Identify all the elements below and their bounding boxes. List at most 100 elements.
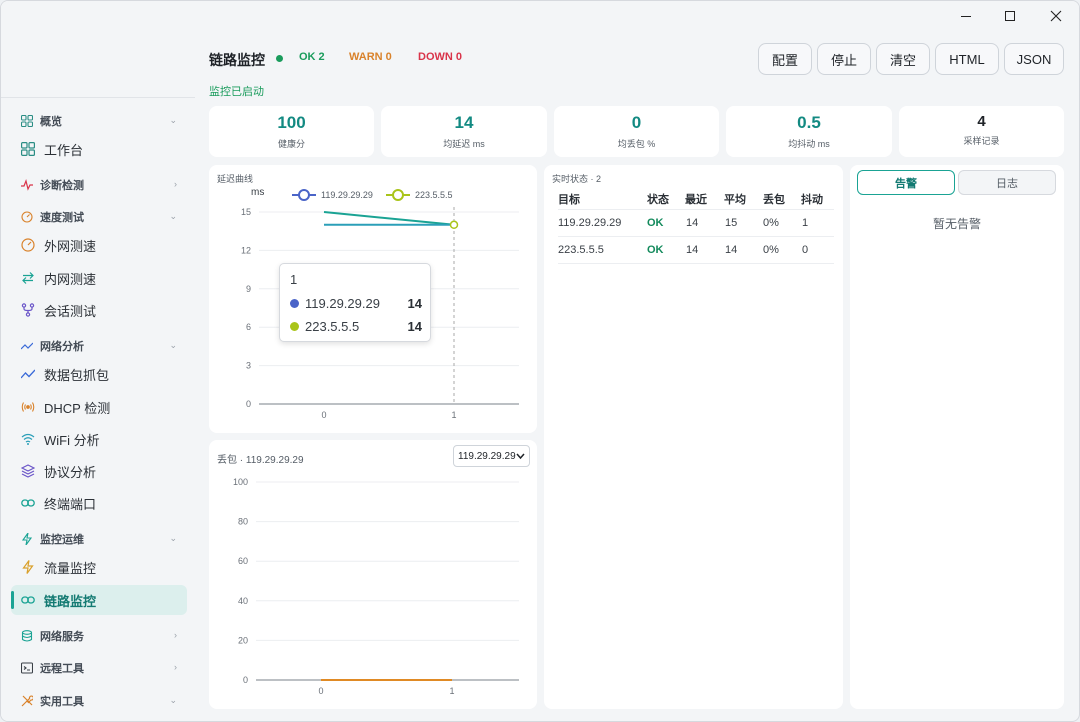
chevron-right-icon: ›: [174, 662, 177, 672]
tooltip-value: 14: [407, 319, 422, 334]
stat-label: 采样记录: [963, 136, 1000, 146]
nav-group-diagnostics[interactable]: 诊断检测 ›: [11, 174, 187, 196]
y-tick-label: 20: [238, 635, 248, 645]
sidebar-item-dhcp-check[interactable]: DHCP 检测: [11, 392, 187, 422]
chevron-right-icon: ›: [174, 179, 177, 189]
tab-logs[interactable]: 日志: [958, 170, 1056, 195]
sidebar-item-label: WiFi 分析: [44, 432, 100, 448]
stat-label: 健康分: [277, 139, 305, 149]
warn-count-badge: WARN 0: [349, 51, 392, 63]
sidebar-item-label: 终端端口: [44, 496, 97, 512]
wifi-icon: [20, 431, 36, 447]
stat-label: 均延迟 ms: [443, 139, 485, 149]
close-button[interactable]: [1033, 1, 1079, 31]
maximize-button[interactable]: [987, 1, 1033, 31]
x-tick-label: 1: [449, 686, 454, 696]
y-tick-label: 6: [246, 322, 251, 332]
nav-group-label: 概览: [40, 116, 62, 128]
tab-alerts[interactable]: 告警: [857, 170, 955, 195]
stop-button[interactable]: 停止: [817, 43, 871, 75]
y-tick-label: 9: [246, 284, 251, 294]
x-tick-label: 0: [318, 686, 323, 696]
config-button[interactable]: 配置: [758, 43, 812, 75]
maximize-icon: [1005, 11, 1015, 21]
stat-value: 0.5: [797, 113, 821, 132]
sidebar-item-link-monitor[interactable]: 链路监控: [11, 585, 187, 615]
y-tick-label: 0: [246, 399, 251, 409]
cell-loss: 0%: [763, 244, 779, 256]
nav-group-monitoring[interactable]: 监控运维 ⌄: [11, 528, 187, 550]
nav-group-network-analysis[interactable]: 网络分析 ⌄: [11, 335, 187, 357]
terminal-icon: [20, 661, 34, 675]
realtime-status-title: 实时状态 · 2: [552, 174, 602, 184]
loss-chart: 0 20 40 60 80 100 0 1: [233, 477, 519, 696]
y-axis-label: ms: [251, 187, 264, 198]
tooltip-value: 14: [407, 296, 422, 311]
sidebar-item-traffic-monitor[interactable]: 流量监控: [11, 552, 187, 582]
stat-card-samples: 4 采样记录: [899, 106, 1064, 157]
stat-card-loss: 0 均丢包 %: [554, 106, 719, 157]
sidebar-item-session-test[interactable]: 会话测试: [11, 295, 187, 325]
sidebar-item-label: 数据包抓包: [44, 367, 110, 383]
tooltip-row: 119.29.29.29 14: [290, 296, 422, 311]
sidebar-item-protocol-analysis[interactable]: 协议分析: [11, 456, 187, 486]
chevron-down-icon: ⌄: [169, 211, 177, 221]
y-tick-label: 0: [243, 675, 248, 685]
sidebar-item-label: DHCP 检测: [44, 400, 111, 416]
stat-card-health: 100 健康分: [209, 106, 374, 157]
grid-icon: [20, 114, 34, 128]
chevron-down-icon: ⌄: [169, 695, 177, 705]
tooltip-series-name: 223.5.5.5: [305, 319, 360, 334]
nav-group-utilities[interactable]: 实用工具 ⌄: [11, 690, 187, 712]
table-header-row: 目标 状态 最近 平均 丢包 抖动: [558, 186, 834, 210]
sidebar-item-wan-speed[interactable]: 外网测速: [11, 230, 187, 260]
cell-jitter: 0: [802, 244, 809, 256]
bolt-icon: [20, 559, 36, 575]
minimize-button[interactable]: [943, 1, 989, 31]
nav-group-label: 速度测试: [40, 212, 84, 224]
sidebar-item-label: 工作台: [44, 142, 84, 158]
sidebar-item-label: 会话测试: [44, 303, 97, 319]
close-icon: [1050, 10, 1062, 22]
stat-label: 均抖动 ms: [788, 139, 830, 149]
nav-group-label: 诊断检测: [40, 180, 84, 192]
link-icon: [20, 592, 36, 608]
nav-group-speedtest[interactable]: 速度测试 ⌄: [11, 206, 187, 228]
speedometer-icon: [20, 237, 36, 253]
cell-target: 223.5.5.5: [558, 244, 604, 256]
sidebar-item-workbench[interactable]: 工作台: [11, 134, 187, 164]
sidebar-item-terminal-port[interactable]: 终端端口: [11, 488, 187, 518]
cell-loss: 0%: [763, 217, 779, 229]
nav-group-label: 网络分析: [40, 341, 84, 353]
y-tick-label: 15: [241, 207, 251, 217]
sidebar-item-wifi-analysis[interactable]: WiFi 分析: [11, 424, 187, 454]
table-row[interactable]: 119.29.29.29 OK 14 15 0% 1: [558, 210, 834, 237]
sidebar-item-packet-capture[interactable]: 数据包抓包: [11, 359, 187, 389]
stat-card-jitter: 0.5 均抖动 ms: [726, 106, 892, 157]
export-json-button[interactable]: JSON: [1004, 43, 1064, 75]
status-dot: [276, 55, 283, 62]
empty-alerts-text: 暂无告警: [932, 217, 981, 231]
nav-group-remote-tools[interactable]: 远程工具 ›: [11, 657, 187, 679]
bolt-icon: [20, 532, 34, 546]
cell-status: OK: [647, 244, 664, 256]
export-html-button[interactable]: HTML: [935, 43, 999, 75]
sidebar-item-label: 外网测速: [44, 238, 97, 254]
cell-status: OK: [647, 217, 664, 229]
nav-group-overview[interactable]: 概览 ⌄: [11, 110, 187, 132]
link-icon: [20, 495, 36, 511]
y-tick-label: 40: [238, 596, 248, 606]
column-header: 抖动: [801, 194, 823, 206]
clear-button[interactable]: 清空: [876, 43, 930, 75]
nav-group-network-services[interactable]: 网络服务 ›: [11, 625, 187, 647]
realtime-table: 目标 状态 最近 平均 丢包 抖动 119.29.29.29 OK 14 15 …: [558, 186, 834, 264]
sidebar-item-lan-speed[interactable]: 内网测速: [11, 263, 187, 293]
trend-icon: [20, 366, 36, 382]
chevron-right-icon: ›: [174, 630, 177, 640]
alerts-panel: [850, 165, 1064, 709]
swap-icon: [20, 270, 36, 286]
table-row[interactable]: 223.5.5.5 OK 14 14 0% 0: [558, 237, 834, 264]
cell-average: 14: [725, 244, 738, 256]
grid-icon: [20, 141, 36, 157]
column-header: 目标: [558, 194, 580, 206]
